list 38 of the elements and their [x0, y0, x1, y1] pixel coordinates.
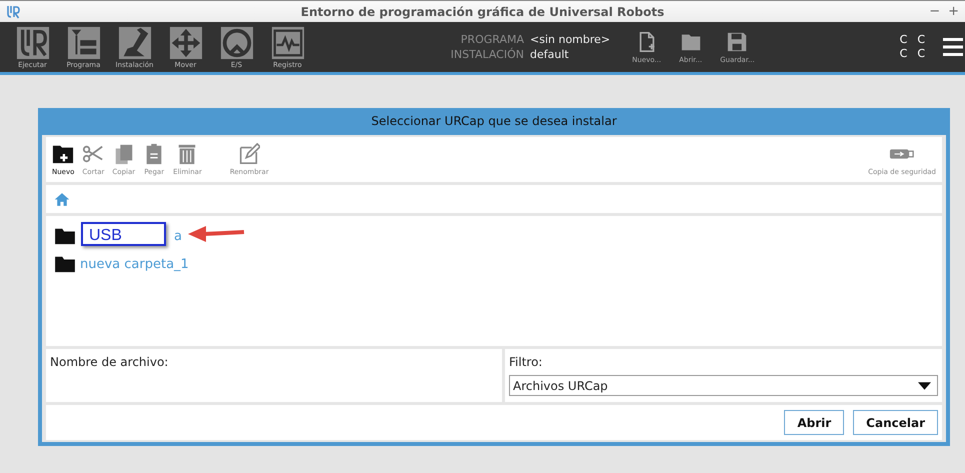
- usb-drive-icon: [889, 147, 916, 161]
- status-indicator: C: [917, 33, 925, 47]
- status-indicator: C: [900, 47, 908, 61]
- installation-label: INSTALACIÓN: [450, 48, 524, 61]
- dialog-title: Seleccionar URCap que se desea instalar: [370, 113, 618, 130]
- dropdown-caret-icon: [918, 382, 931, 390]
- folder-name[interactable]: a: [174, 228, 182, 244]
- program-label: PROGRAMA: [460, 33, 524, 46]
- move-arrows-icon: [168, 26, 202, 60]
- status-indicator: C: [917, 47, 925, 61]
- folder-icon: [54, 227, 76, 245]
- window-control[interactable]: −: [929, 4, 940, 19]
- filter-label: Filtro:: [509, 355, 544, 369]
- filter-dropdown[interactable]: Archivos URCap: [509, 375, 938, 396]
- window-control[interactable]: +: [948, 4, 959, 19]
- home-icon[interactable]: [54, 192, 70, 206]
- folder-name[interactable]: nueva carpeta_1: [80, 256, 189, 272]
- robot-arm-icon: [118, 26, 152, 60]
- callout-label: USB: [81, 222, 166, 246]
- program-tree-icon: [66, 26, 100, 60]
- trash-icon: [176, 143, 198, 165]
- logo-icon: [16, 26, 50, 60]
- menu-icon[interactable]: [943, 36, 963, 58]
- dialog-button[interactable]: Abrir: [784, 410, 844, 435]
- filename-label: Nombre de archivo:: [50, 355, 168, 369]
- program-name: <sin nombre>: [530, 33, 610, 46]
- folder-icon: [54, 255, 76, 273]
- status-indicator: C: [900, 33, 908, 47]
- pointer-arrow: [186, 224, 246, 244]
- new-folder-icon: [52, 143, 74, 165]
- logo-icon: [6, 4, 20, 18]
- dial-icon: [220, 26, 254, 60]
- dialog-button[interactable]: Cancelar: [853, 410, 938, 435]
- scissors-icon: [82, 143, 104, 165]
- edit-icon: [238, 143, 260, 165]
- installation-name: default: [530, 48, 569, 61]
- window-title: Entorno de programación gráfica de Universal Robots: [300, 4, 664, 18]
- waveform-icon: [270, 26, 304, 60]
